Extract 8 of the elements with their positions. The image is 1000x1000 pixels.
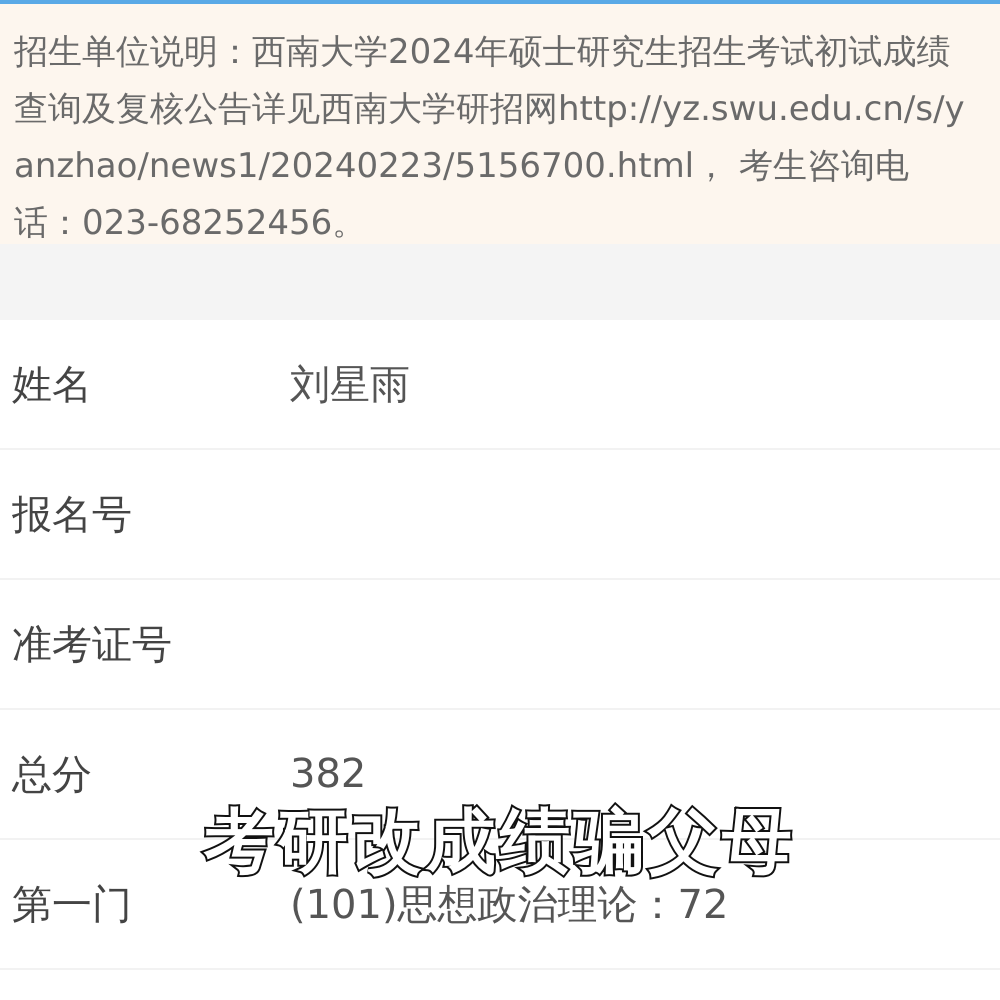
field-label: 第一门 (12, 880, 133, 930)
field-value: 刘星雨 (290, 360, 410, 410)
field-label: 准考证号 (12, 620, 173, 670)
field-label: 报名号 (12, 490, 133, 540)
field-label: 总分 (12, 750, 93, 800)
field-label: 姓名 (12, 360, 93, 410)
field-value: 382 (290, 751, 366, 797)
notice-text: 招生单位说明：西南大学2024年硕士研究生招生考试初试成绩查询及复核公告详见西南大学研招网http://yz.swu.edu.cn/s/yanzhao/news1/20240223/5156700.html， 考生咨询电话：023-68252456。 (14, 31, 966, 245)
